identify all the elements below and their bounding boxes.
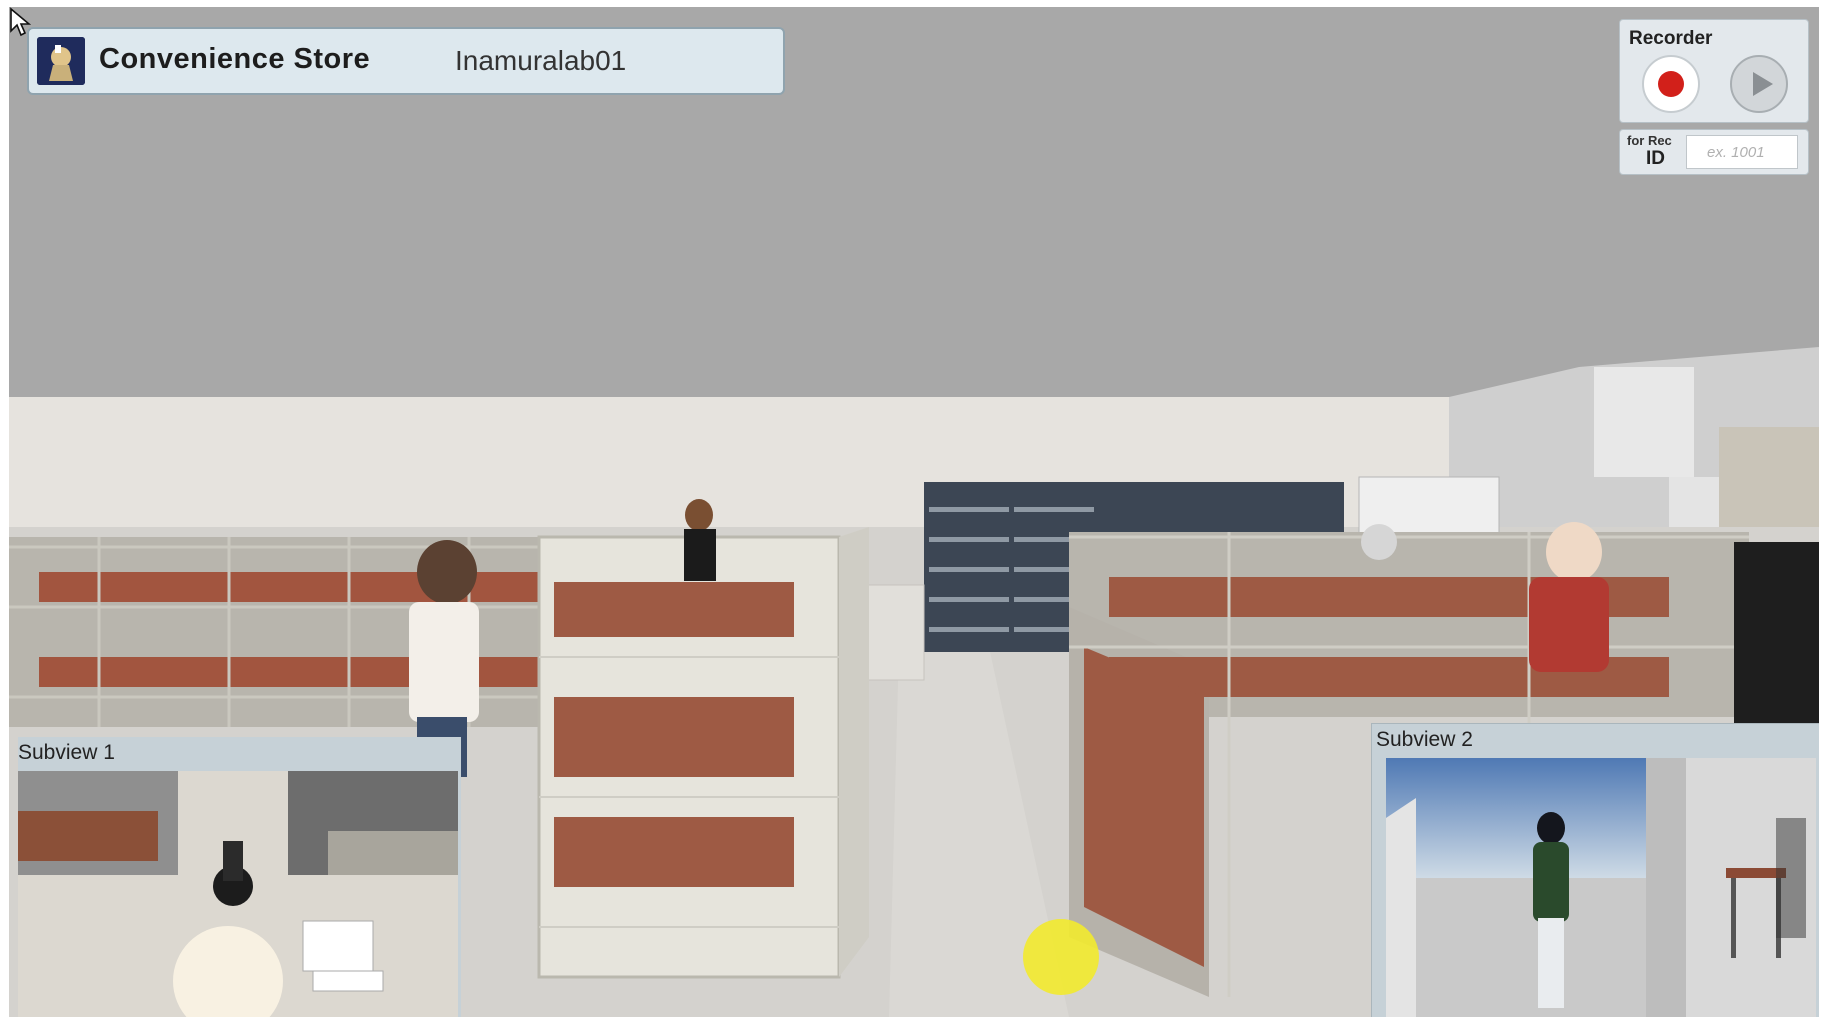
mouse-pointer-icon (10, 7, 31, 37)
subview-1-camera[interactable] (18, 771, 458, 1017)
subview-2-title: Subview 2 (1376, 728, 1473, 751)
user-name: Inamuralab01 (455, 45, 627, 76)
recorder-panel: Recorder for Rec ID (1619, 19, 1809, 179)
recording-id-row: for Rec ID (1619, 129, 1809, 175)
cursor-highlight (1023, 919, 1099, 995)
record-icon (1658, 71, 1684, 97)
subview-1-title: Subview 1 (18, 741, 115, 764)
subview-2-camera[interactable] (1386, 758, 1816, 1017)
store-3d-viewport[interactable]: Convenience Store Inamuralab01 Recorder … (9, 7, 1819, 1017)
recorder-title: Recorder (1629, 28, 1713, 49)
recording-id-input[interactable] (1686, 135, 1798, 169)
title-bar: Convenience Store Inamuralab01 (27, 27, 785, 95)
play-icon (1753, 72, 1773, 96)
play-button[interactable] (1730, 55, 1788, 113)
app-logo-icon (37, 37, 85, 85)
record-button[interactable] (1642, 55, 1700, 113)
for-rec-label: for Rec (1627, 133, 1672, 148)
recorder-controls: Recorder (1619, 19, 1809, 123)
id-label: ID (1646, 148, 1665, 169)
subview-2: Subview 2 (1371, 723, 1819, 1017)
subview-1: Subview 1 (18, 737, 461, 1017)
app-title: Convenience Store (99, 43, 371, 75)
